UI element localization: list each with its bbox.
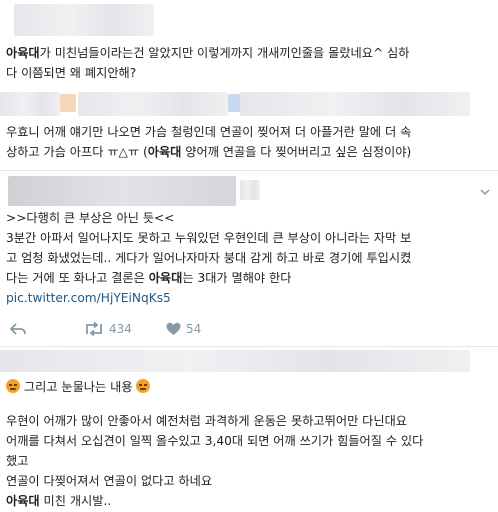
tweet-line-4: 다는 거에 또 화나고 결론은 아육대는 3대가 멸해야 한다 xyxy=(6,271,292,285)
blurred-avatar xyxy=(60,94,76,112)
post-2-line-1: 우효니 어깨 얘기만 나오면 가슴 철렁인데 연골이 찢어져 더 아플거란 말에… xyxy=(6,125,412,139)
blurred-avatar xyxy=(228,94,240,112)
retweet-button[interactable]: 434 xyxy=(84,322,132,336)
like-button[interactable]: 54 xyxy=(166,322,201,336)
tweet-line-1: >>다행히 큰 부상은 아닌 듯<< xyxy=(6,211,175,225)
chevron-down-icon[interactable] xyxy=(480,186,490,196)
post-1-line-1: 아육대가 미친넘들이라는건 알았지만 이렇게까지 개새끼인줄을 몰랐네요^ 심하 xyxy=(6,46,410,60)
bold-keyword: 아육대 xyxy=(148,271,183,285)
angry-face-icon xyxy=(136,379,151,393)
blurred-header xyxy=(0,350,470,372)
post-3-line-3: 어깨를 다쳐서 오십견이 일찍 올수있고 3,40대 되면 어깨 쓰기가 힘들어… xyxy=(6,434,424,448)
blurred-header xyxy=(240,92,470,116)
tweet-media-link[interactable]: pic.twitter.com/HjYEiNqKs5 xyxy=(6,289,171,308)
post-2-line-2: 상하고 가슴 아프다 ㅠ△ㅠ (아육대 양어깨 연골을 다 찢어버리고 싶은 심… xyxy=(6,145,412,159)
post-3-line-4: 했고 xyxy=(6,454,29,468)
post-1-line-2: 다 이쯤되면 왜 폐지안해? xyxy=(6,66,137,80)
blurred-handle xyxy=(240,180,260,200)
post-3-line-5: 연골이 다찢어져서 연골이 없다고 하네요 xyxy=(6,474,213,488)
retweet-count: 434 xyxy=(109,322,132,336)
bold-keyword: 아육대 xyxy=(6,494,40,508)
angry-face-icon xyxy=(6,379,20,393)
post-3-line-2: 우현이 어깨가 많이 안좋아서 예전처럼 과격하게 운동은 못하고뛰어만 다닌대… xyxy=(6,414,408,428)
bold-keyword: 아육대 xyxy=(147,145,182,159)
like-count: 54 xyxy=(186,322,202,336)
divider xyxy=(0,346,498,347)
post-3-line-1: 그리고 눈물나는 내용 xyxy=(6,378,151,397)
divider xyxy=(0,170,498,171)
retweet-icon xyxy=(86,322,102,336)
post-3-line-6: 아육대 미친 개시발.. xyxy=(6,494,112,508)
blurred-author xyxy=(8,176,236,206)
reply-button[interactable] xyxy=(10,322,26,336)
blurred-header xyxy=(78,92,228,116)
tweet-line-2: 3분간 아파서 일어나지도 못하고 누워있던 우현인데 큰 부상이 아니라는 자… xyxy=(6,231,412,245)
heart-icon xyxy=(166,322,181,335)
blurred-header xyxy=(14,4,154,36)
tweet-line-3: 고 엄청 화냈었는데.. 게다가 일어나자마자 붕대 감게 하고 바로 경기에 … xyxy=(6,251,412,265)
reply-icon xyxy=(10,323,26,335)
bold-keyword: 아육대 xyxy=(6,46,40,60)
blurred-header xyxy=(0,92,60,116)
